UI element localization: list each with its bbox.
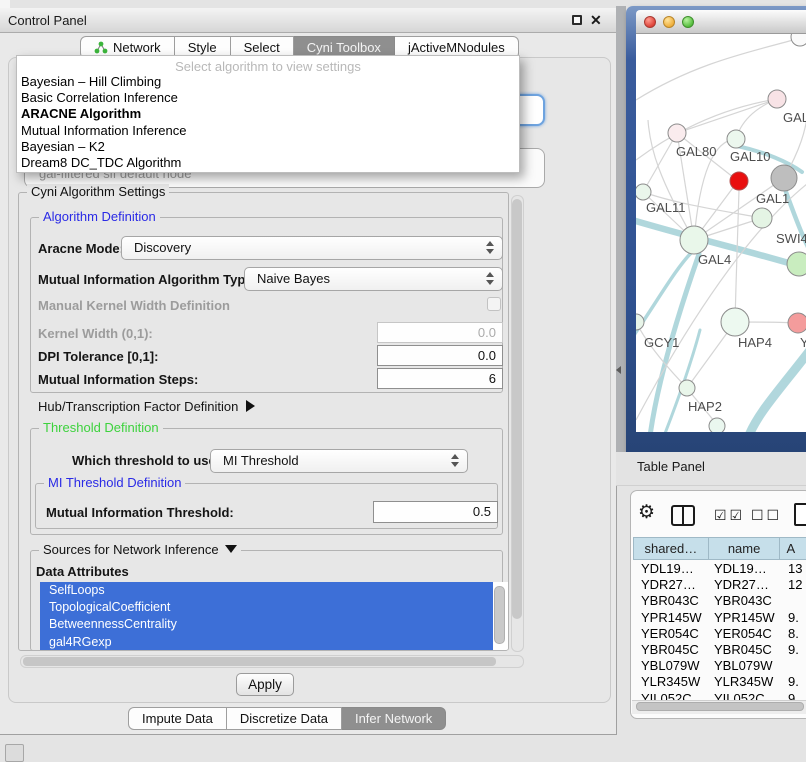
network-node[interactable] (721, 308, 749, 336)
algorithm-option[interactable]: Dream8 DC_TDC Algorithm (17, 155, 519, 171)
network-node-label: GAL10 (730, 149, 770, 164)
columns-icon[interactable] (671, 505, 695, 526)
network-node-label: GAL80 (676, 144, 716, 159)
algorithm-option[interactable]: Mutual Information Inference (17, 123, 519, 139)
table-row[interactable]: YER054CYER054C8. (633, 626, 806, 642)
network-node-label: GAL (783, 110, 806, 125)
select-all-checkboxes-icon[interactable]: ☑☑ (714, 507, 745, 524)
tab-discretize-data[interactable]: Discretize Data (227, 707, 342, 730)
network-node-label: GCY1 (644, 335, 679, 350)
network-node[interactable] (791, 34, 806, 46)
network-node[interactable] (709, 418, 725, 432)
network-node[interactable] (768, 90, 786, 108)
window-close-icon[interactable] (644, 16, 656, 28)
table-row[interactable]: YLR345WYLR345W9. (633, 674, 806, 690)
table-row[interactable]: YDL19…YDL19…13 (633, 561, 806, 577)
network-node[interactable] (787, 252, 806, 276)
deselect-all-checkboxes-icon[interactable]: ☐☐ (751, 507, 782, 524)
network-node[interactable] (788, 313, 806, 333)
table-row[interactable]: YBL079WYBL079W (633, 658, 806, 674)
network-node[interactable] (636, 184, 651, 200)
table-row[interactable]: YPR145WYPR145W9. (633, 610, 806, 626)
app-screen: Control Panel ✕ Network Style Select Cyn… (0, 0, 806, 762)
collapsed-panel-icon[interactable] (5, 744, 24, 762)
column-header-name[interactable]: name (709, 537, 781, 560)
algorithm-dropdown-placeholder: Select algorithm to view settings (17, 59, 519, 74)
control-panel-titlebar (0, 8, 617, 33)
network-node-label: HAP4 (738, 335, 772, 350)
algorithm-option[interactable]: Bayesian – Hill Climbing (17, 74, 519, 90)
network-node-label: SWI4 (776, 231, 806, 246)
algorithm-option[interactable]: Basic Correlation Inference (17, 90, 519, 106)
network-node-label: HAP2 (688, 399, 722, 414)
network-node[interactable] (636, 314, 644, 330)
tab-infer-network[interactable]: Infer Network (342, 707, 446, 730)
network-node[interactable] (752, 208, 772, 228)
corner-notch (0, 0, 10, 8)
network-canvas[interactable]: GAL GAL80 GAL10 GAL11 GAL1 SWI4 GAL4 GCY1 HAP4 Y H… (636, 34, 806, 432)
list-scrollbar-thumb[interactable] (494, 586, 505, 644)
network-node-label: Y (800, 335, 806, 350)
tab-network-label: Network (113, 40, 161, 55)
column-header-partial[interactable]: A (780, 537, 806, 560)
table-row[interactable]: YBR045CYBR045C9. (633, 642, 806, 658)
cyni-algorithm-settings-group: Cyni Algorithm Settings (18, 192, 509, 651)
table-header-row: shared… name A (633, 537, 806, 560)
network-node-label: GAL4 (698, 252, 731, 267)
algorithm-option-selected[interactable]: ARACNE Algorithm (17, 106, 519, 122)
algorithm-option[interactable]: Bayesian – K2 (17, 139, 519, 155)
network-node-label: GAL1 (756, 191, 789, 206)
table-row[interactable]: YDR27…YDR27…12 (633, 577, 806, 593)
divider-collapse-arrow-icon[interactable] (616, 366, 621, 374)
apply-button[interactable]: Apply (236, 673, 294, 696)
tab-impute-data[interactable]: Impute Data (128, 707, 227, 730)
control-panel-title: Control Panel (8, 8, 87, 33)
cyni-settings-legend: Cyni Algorithm Settings (27, 184, 169, 199)
settings-vertical-scrollbar-thumb[interactable] (512, 199, 522, 619)
network-node-label: GAL11 (646, 200, 686, 215)
table-horizontal-scrollbar-thumb[interactable] (636, 702, 804, 711)
network-node[interactable] (679, 380, 695, 396)
network-node[interactable] (727, 130, 745, 148)
close-icon[interactable]: ✕ (590, 8, 602, 33)
network-node[interactable] (730, 172, 748, 190)
network-node[interactable] (771, 165, 797, 191)
settings-horizontal-scrollbar-thumb[interactable] (23, 657, 496, 666)
gear-icon[interactable]: ⚙ (638, 501, 655, 525)
window-zoom-icon[interactable] (682, 16, 694, 28)
table-panel-title: Table Panel (637, 459, 705, 474)
bottom-tabbar: Impute Data Discretize Data Infer Networ… (128, 707, 446, 730)
export-table-icon[interactable] (794, 503, 806, 526)
algorithm-dropdown-list: Select algorithm to view settings Bayesi… (16, 55, 520, 173)
float-panel-icon[interactable] (572, 15, 582, 25)
network-node[interactable] (668, 124, 686, 142)
network-node[interactable] (680, 226, 708, 254)
table-body: YDL19…YDL19…13 YDR27…YDR27…12 YBR043CYBR… (633, 561, 806, 707)
column-header-shared-name[interactable]: shared… (633, 537, 709, 560)
network-tab-icon (94, 41, 108, 54)
table-row[interactable]: YBR043CYBR043C (633, 593, 806, 609)
window-minimize-icon[interactable] (663, 16, 675, 28)
network-window-titlebar[interactable] (636, 10, 806, 34)
network-graph: GAL GAL80 GAL10 GAL11 GAL1 SWI4 GAL4 GCY1 HAP4 Y H… (636, 34, 806, 432)
split-pane-divider[interactable] (616, 6, 626, 452)
